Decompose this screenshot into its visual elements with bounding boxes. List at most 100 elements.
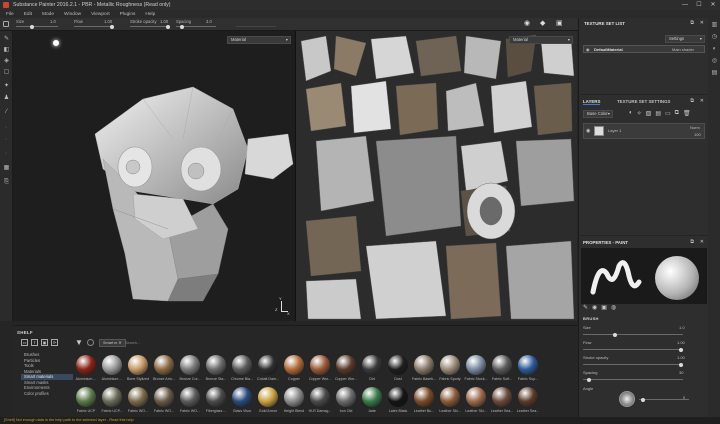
- material-thumbnail[interactable]: Fabric Sporty: [438, 354, 462, 384]
- geometry-mask-icon[interactable]: ▢: [3, 69, 10, 76]
- visibility-eye-icon[interactable]: ◉: [586, 47, 590, 52]
- brush-tab-icon[interactable]: ✎: [583, 304, 588, 311]
- tag-icon[interactable]: [87, 339, 94, 346]
- refresh-icon[interactable]: ⟳: [51, 339, 58, 346]
- material-thumbnail[interactable]: Latex Black: [386, 386, 410, 416]
- filter-tag[interactable]: Smart m ✕: [99, 339, 126, 347]
- flow-slider[interactable]: [74, 24, 114, 29]
- menu-edit[interactable]: Edit: [24, 12, 32, 17]
- add-mask-icon[interactable]: ◐: [629, 110, 633, 117]
- material-thumbnail[interactable]: Fabric Soft...: [490, 354, 514, 384]
- render-icon[interactable]: ◆: [540, 20, 548, 27]
- viewer-settings-icon[interactable]: ▤: [711, 70, 718, 77]
- maximize-button[interactable]: ☐: [692, 0, 706, 10]
- panel-float-icon[interactable]: ⧉: [690, 20, 694, 26]
- close-button[interactable]: ✕: [706, 0, 720, 10]
- alpha-tab-icon[interactable]: ◉: [592, 304, 597, 311]
- viewport-3d-channel-dropdown[interactable]: Material ▾: [227, 36, 291, 44]
- material-thumbnail[interactable]: Fabric Baseb...: [412, 354, 436, 384]
- smudge-icon[interactable]: ✦: [3, 83, 10, 90]
- material-thumbnail[interactable]: Leather Bu...: [412, 386, 436, 416]
- material-thumbnail[interactable]: Dirt: [360, 354, 384, 384]
- panel-close-icon[interactable]: ✕: [700, 98, 704, 104]
- material-thumbnail[interactable]: Fabric Stock...: [464, 354, 488, 384]
- projection-icon[interactable]: ◈: [3, 58, 10, 65]
- menu-mode[interactable]: Mode: [42, 12, 54, 17]
- menu-file[interactable]: File: [6, 12, 14, 17]
- color-picker-icon[interactable]: ⁄: [3, 109, 10, 116]
- panel-close-icon[interactable]: ✕: [700, 20, 704, 26]
- prop-flow-slider[interactable]: [583, 347, 683, 352]
- clone-icon[interactable]: ♟: [3, 95, 10, 102]
- material-thumbnail[interactable]: Iron Old: [334, 386, 358, 416]
- texture-set-settings-dropdown[interactable]: Settings ▾: [665, 35, 705, 43]
- material-thumbnail[interactable]: Aluminium ...: [74, 354, 98, 384]
- light-icon[interactable]: [53, 40, 59, 46]
- filter-icon[interactable]: ▼: [75, 339, 83, 347]
- material-thumbnail[interactable]: Fabric UCP...: [100, 386, 124, 416]
- texture-set-item[interactable]: ◉ DefaultMaterial Main shader: [583, 45, 705, 53]
- layer-opacity[interactable]: 100: [694, 132, 701, 137]
- menu-help[interactable]: Help: [145, 12, 155, 17]
- spacing-slider[interactable]: [176, 24, 216, 29]
- new-folder-icon[interactable]: ▭: [21, 339, 28, 346]
- camera-icon[interactable]: ◉: [524, 20, 532, 27]
- material-thumbnail[interactable]: Fabric Sup...: [516, 354, 540, 384]
- prop-size-slider[interactable]: [583, 332, 683, 337]
- material-thumbnail[interactable]: Bronze Sta...: [204, 354, 228, 384]
- display-settings-icon[interactable]: ◐: [711, 46, 718, 53]
- export-icon[interactable]: ⎘: [3, 179, 10, 186]
- tab-texture-set-settings[interactable]: TEXTURE SET SETTINGS: [617, 99, 670, 104]
- history-icon[interactable]: ◷: [711, 34, 718, 41]
- layer-row[interactable]: ◉ Layer 1 Norm 100: [583, 123, 705, 139]
- angle-dial[interactable]: [619, 391, 635, 407]
- add-effect-icon[interactable]: ✧: [637, 110, 642, 117]
- panel-float-icon[interactable]: ⧉: [690, 98, 694, 104]
- material-thumbnail[interactable]: HLR Damag...: [308, 386, 332, 416]
- display-icon[interactable]: ▣: [556, 20, 564, 27]
- material-thumbnail[interactable]: Leather Ski...: [464, 386, 488, 416]
- shelf-search-input[interactable]: Search...: [125, 339, 245, 347]
- import-icon[interactable]: ⇪: [31, 339, 38, 346]
- texture-set-icon[interactable]: ▥: [711, 22, 718, 29]
- add-fill-layer-icon[interactable]: ▧: [646, 110, 652, 117]
- tab-layers[interactable]: LAYERS: [583, 99, 601, 105]
- material-thumbnail[interactable]: Fiberglass ...: [204, 386, 228, 416]
- shader-settings-icon[interactable]: ◎: [711, 58, 718, 65]
- material-thumbnail[interactable]: Leather Ski...: [438, 386, 462, 416]
- material-thumbnail[interactable]: Fabric WO...: [152, 386, 176, 416]
- viewport-3d[interactable]: Material ▾ Y Z X: [13, 31, 295, 321]
- prop-spacing-slider[interactable]: [583, 377, 683, 382]
- material-thumbnail[interactable]: Copper Wor...: [334, 354, 358, 384]
- material-thumbnail[interactable]: Copper: [282, 354, 306, 384]
- material-thumbnail[interactable]: Aluminium ...: [100, 354, 124, 384]
- material-thumbnail[interactable]: Fabric UCP: [74, 386, 98, 416]
- prop-stroke-opacity-slider[interactable]: [583, 362, 683, 367]
- delete-layer-icon[interactable]: 🗑: [683, 110, 691, 117]
- layer-name[interactable]: Layer 1: [608, 128, 621, 133]
- layers-channel-dropdown[interactable]: Base Color ▾: [583, 110, 613, 118]
- material-thumbnail[interactable]: Glass Visor: [230, 386, 254, 416]
- prop-angle-slider[interactable]: [639, 397, 689, 402]
- material-thumbnail[interactable]: Height Blend: [282, 386, 306, 416]
- paint-brush-icon[interactable]: ✎: [3, 36, 10, 43]
- material-thumbnail[interactable]: Bronze Arm...: [152, 354, 176, 384]
- material-thumbnail[interactable]: Bone Stylized: [126, 354, 150, 384]
- panel-close-icon[interactable]: ✕: [700, 239, 704, 245]
- category-color-profiles[interactable]: Color profiles: [21, 391, 73, 397]
- layer-blend-mode[interactable]: Norm: [690, 125, 700, 130]
- bake-icon[interactable]: ▦: [3, 165, 10, 172]
- material-thumbnail[interactable]: Bronze Cor...: [178, 354, 202, 384]
- menu-viewport[interactable]: Viewport: [91, 12, 110, 17]
- menu-window[interactable]: Window: [64, 12, 81, 17]
- shader-dropdown[interactable]: Main shader: [672, 47, 694, 52]
- material-thumbnail[interactable]: Leather Sea...: [516, 386, 540, 416]
- brush-icon[interactable]: [3, 21, 9, 27]
- material-thumbnail[interactable]: Dust: [386, 354, 410, 384]
- stroke-opacity-slider[interactable]: [130, 24, 170, 29]
- eraser-icon[interactable]: ◧: [3, 47, 10, 54]
- add-layer-icon[interactable]: ▤: [655, 110, 661, 117]
- material-thumbnail[interactable]: Leather Sea...: [490, 386, 514, 416]
- material-thumbnail[interactable]: Cobalt Dam...: [256, 354, 280, 384]
- menu-plugins[interactable]: Plugins: [120, 12, 136, 17]
